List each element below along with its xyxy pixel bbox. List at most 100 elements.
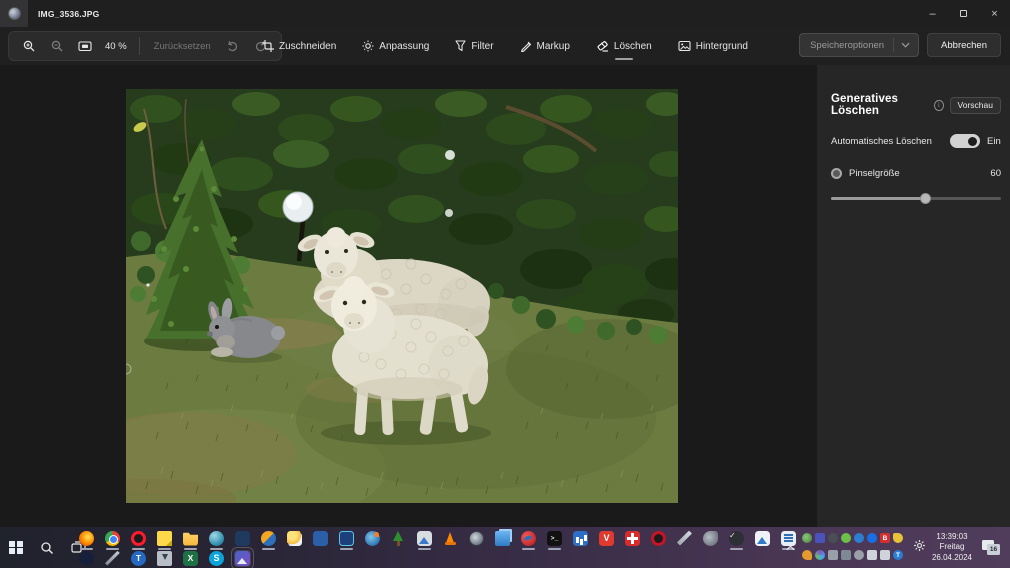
tray-icon-search-key[interactable] xyxy=(801,550,812,560)
taskbar-clock[interactable]: 13:39:03 Freitag 26.04.2024 xyxy=(932,532,972,564)
taskbar-icon-orange-blue-app[interactable] xyxy=(260,530,277,550)
generative-erase-panel: Generatives Löschen i Vorschau Automatis… xyxy=(817,65,1010,527)
taskbar-icon-excel[interactable]: X xyxy=(182,550,199,567)
tab-zuschneiden[interactable]: Zuschneiden xyxy=(253,34,345,58)
tray-icon-dark-app[interactable] xyxy=(827,533,838,543)
tray-icon-usb[interactable] xyxy=(827,550,838,560)
search-button[interactable] xyxy=(36,537,58,559)
tray-icon-display[interactable] xyxy=(840,550,851,560)
edit-toolbar: 40 % Zurücksetzen Zuschneiden Anpassung … xyxy=(0,27,1010,65)
undo-button[interactable] xyxy=(221,34,245,58)
start-button[interactable] xyxy=(5,537,27,559)
close-icon: × xyxy=(991,7,998,20)
taskbar-icon-sticky-notes[interactable] xyxy=(156,530,173,550)
tab-loeschen[interactable]: Löschen xyxy=(587,34,661,58)
taskbar: >_ V ✓ T X S B T 13:39:03 Freitag 26.04.… xyxy=(0,527,1010,568)
taskbar-icon-grey-tool[interactable] xyxy=(702,530,719,547)
taskbar-icon-check-app[interactable]: ✓ xyxy=(728,530,745,550)
taskbar-icon-chrome[interactable] xyxy=(104,530,121,550)
taskbar-icon-camera-tool[interactable] xyxy=(468,530,485,547)
taskbar-icon-paint3d[interactable] xyxy=(364,530,381,547)
settings-gear-button[interactable] xyxy=(913,539,926,557)
taskbar-icon-opera-gx[interactable] xyxy=(650,530,667,547)
taskbar-icon-blue-tech-app[interactable] xyxy=(338,530,355,550)
tray-icon-globe[interactable] xyxy=(801,533,812,543)
tray-icon-green-app[interactable] xyxy=(840,533,851,543)
taskbar-icon-folder-pair[interactable] xyxy=(494,530,511,547)
info-icon[interactable]: i xyxy=(934,99,944,111)
taskbar-icon-blue-chart-app[interactable] xyxy=(572,530,589,547)
notification-center-button[interactable]: 16 xyxy=(982,539,1002,556)
taskbar-icon-cmd[interactable]: >_ xyxy=(546,530,563,550)
tray-icon-volume[interactable] xyxy=(866,550,877,560)
tray-icon-palette[interactable] xyxy=(814,550,825,560)
taskbar-icon-brave[interactable]: V xyxy=(598,530,615,547)
eraser-icon xyxy=(597,41,608,52)
taskbar-icon-skype[interactable]: S xyxy=(208,550,225,567)
taskbar-icon-firefox[interactable] xyxy=(78,530,95,550)
tab-markup[interactable]: Markup xyxy=(511,34,579,58)
fit-to-window-button[interactable] xyxy=(73,34,97,58)
adjustment-sun-icon xyxy=(362,40,374,52)
tray-icon-bluetooth[interactable] xyxy=(866,533,877,543)
minimize-icon: – xyxy=(929,7,936,20)
zoom-controls: 40 % Zurücksetzen xyxy=(8,31,282,61)
taskbar-icon-ccleaner[interactable] xyxy=(520,530,537,550)
tray-icon-teams[interactable] xyxy=(814,533,825,543)
chevron-down-icon[interactable] xyxy=(901,42,918,48)
slider-handle[interactable] xyxy=(919,193,931,204)
preview-badge[interactable]: Vorschau xyxy=(949,96,1001,114)
auto-erase-toggle[interactable] xyxy=(950,134,980,148)
tray-icon-settings-gear[interactable] xyxy=(853,550,864,560)
restore-icon xyxy=(960,10,967,17)
taskbar-icon-image-viewer[interactable] xyxy=(416,530,433,550)
taskbar-icon-sphere-app[interactable] xyxy=(208,530,225,550)
taskbar-icon-weather[interactable] xyxy=(286,530,303,547)
taskbar-icon-file-explorer[interactable] xyxy=(182,530,199,550)
photos-app-window: IMG_3536.JPG – × 40 % Zurücksetzen Zusch… xyxy=(0,0,1010,568)
system-tray: B T xyxy=(801,533,905,562)
toggle-knob xyxy=(968,137,977,146)
taskbar-icon-photo-viewer[interactable] xyxy=(754,530,771,547)
taskbar-icon-blue-cloud-app[interactable] xyxy=(312,530,329,547)
taskbar-icon-calculator[interactable] xyxy=(234,530,251,547)
edit-canvas xyxy=(0,65,817,527)
reset-button[interactable]: Zurücksetzen xyxy=(148,41,217,52)
tray-icon-red-b-app[interactable]: B xyxy=(879,533,890,543)
restore-button[interactable] xyxy=(948,0,979,27)
taskbar-icon-tree-tool[interactable] xyxy=(390,530,407,547)
search-icon xyxy=(41,541,53,554)
save-options-button[interactable]: Speicheroptionen xyxy=(799,33,920,57)
tray-icon-yellow-app[interactable] xyxy=(892,533,903,543)
tray-icon-blue-t-app[interactable]: T xyxy=(892,550,903,560)
background-icon xyxy=(678,40,691,52)
brush-size-slider[interactable] xyxy=(831,192,1001,204)
tab-anpassung[interactable]: Anpassung xyxy=(353,34,438,58)
taskbar-icon-vlc[interactable] xyxy=(442,530,459,547)
taskbar-icon-unity[interactable] xyxy=(78,550,95,567)
white-spot xyxy=(445,209,453,217)
tray-overflow-button[interactable] xyxy=(784,541,798,555)
taskbar-icon-opera[interactable] xyxy=(130,530,147,550)
zoom-in-button[interactable] xyxy=(17,34,41,58)
photo-image[interactable] xyxy=(126,89,678,503)
taskbar-icon-installer[interactable] xyxy=(156,550,173,567)
close-button[interactable]: × xyxy=(979,0,1010,27)
cancel-button[interactable]: Abbrechen xyxy=(927,33,1001,57)
taskbar-icon-teamviewer[interactable]: T xyxy=(130,550,147,567)
taskbar-icon-pen-tool[interactable] xyxy=(676,530,693,547)
markup-pen-icon xyxy=(520,41,531,52)
taskbar-icon-photos-active[interactable] xyxy=(231,546,254,568)
window-title: IMG_3536.JPG xyxy=(38,8,100,19)
taskbar-icon-red-cross-app[interactable] xyxy=(624,530,641,547)
zoom-out-button[interactable] xyxy=(45,34,69,58)
tray-icon-battery[interactable] xyxy=(879,550,890,560)
notification-count-badge: 16 xyxy=(987,543,1000,555)
taskbar-icon-pen2[interactable] xyxy=(104,550,121,567)
slider-fill xyxy=(831,197,925,200)
app-icon-button[interactable] xyxy=(0,0,28,27)
tab-filter[interactable]: Filter xyxy=(446,34,502,58)
tab-hintergrund[interactable]: Hintergrund xyxy=(669,34,757,58)
minimize-button[interactable]: – xyxy=(917,0,948,27)
tray-icon-blue-app[interactable] xyxy=(853,533,864,543)
